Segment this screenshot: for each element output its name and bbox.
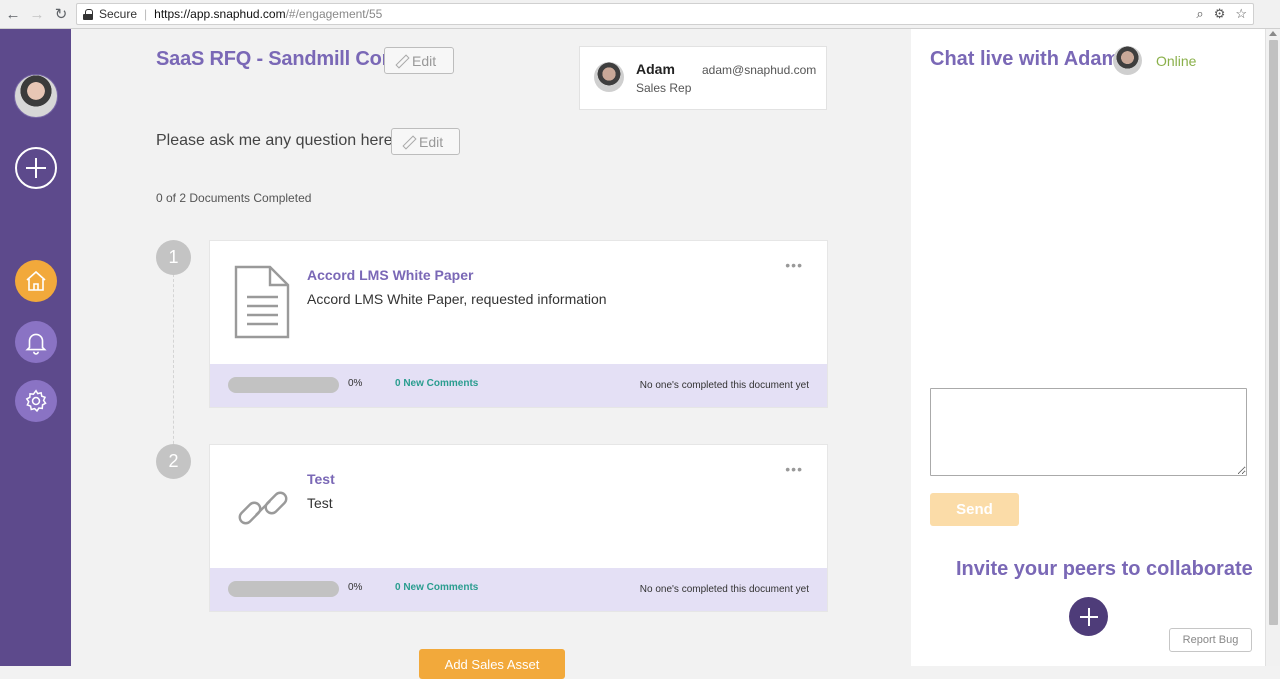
chat-title: Chat live with Adam (930, 48, 1120, 70)
chat-message-input[interactable] (930, 388, 1247, 476)
zoom-icon[interactable]: ⌕ (1196, 6, 1203, 22)
forward-arrow-icon[interactable]: → (26, 3, 48, 25)
edit-question-label: Edit (419, 133, 444, 150)
sales-rep-card: Adam Sales Rep adam@snaphud.com (579, 46, 827, 110)
url-host: https://app.snaphud.com (154, 7, 286, 21)
more-options-icon[interactable]: ••• (785, 461, 803, 477)
chat-rep-avatar (1113, 46, 1142, 75)
browser-toolbar: ← → ↻ Secure | https://app.snaphud.com/#… (0, 0, 1280, 29)
key-icon[interactable]: ⚙ (1214, 6, 1226, 22)
scroll-up-arrow-icon[interactable] (1269, 31, 1277, 36)
engagement-question: Please ask me any question here. (156, 132, 398, 149)
scroll-thumb[interactable] (1269, 40, 1278, 625)
chat-panel: Chat live with Adam Online Send Invite y… (911, 29, 1265, 666)
user-avatar[interactable] (14, 74, 58, 118)
document-title[interactable]: Accord LMS White Paper (307, 267, 473, 283)
reload-icon[interactable]: ↻ (50, 3, 72, 25)
progress-percent: 0% (348, 582, 363, 593)
documents-completed-count: 0 of 2 Documents Completed (156, 191, 312, 205)
bookmark-star-icon[interactable]: ☆ (1235, 6, 1247, 22)
rep-avatar (594, 62, 624, 92)
send-button[interactable]: Send (930, 493, 1019, 526)
step-number: 2 (156, 444, 191, 479)
progress-bar (228, 377, 339, 393)
report-bug-button[interactable]: Report Bug (1169, 628, 1252, 652)
home-icon (26, 270, 46, 291)
timeline-connector (173, 274, 174, 454)
left-rail (0, 29, 71, 666)
completion-status: No one's completed this document yet (639, 584, 809, 595)
rep-role: Sales Rep (636, 81, 692, 95)
home-button[interactable] (15, 260, 57, 302)
address-separator: | (144, 7, 148, 21)
progress-bar (228, 581, 339, 597)
bell-icon (25, 333, 47, 355)
more-options-icon[interactable]: ••• (785, 257, 803, 273)
document-card[interactable]: Accord LMS White Paper Accord LMS White … (209, 240, 828, 408)
online-status: Online (1156, 53, 1197, 69)
new-comments-link[interactable]: 0 New Comments (395, 378, 478, 389)
progress-percent: 0% (348, 378, 363, 389)
url-path: /#/engagement/55 (285, 7, 383, 21)
add-engagement-button[interactable] (15, 147, 57, 189)
edit-title-label: Edit (412, 52, 437, 69)
edit-title-button[interactable]: Edit (384, 47, 454, 74)
address-bar-icons: ⌕ ⚙ ☆ (1196, 6, 1247, 22)
add-sales-asset-button[interactable]: Add Sales Asset (419, 649, 565, 679)
edit-question-button[interactable]: Edit (391, 128, 460, 155)
document-description: Test (307, 495, 333, 511)
gear-icon (25, 389, 47, 413)
main-content: SaaS RFQ - Sandmill Corp Edit Adam Sales… (71, 29, 911, 679)
back-arrow-icon[interactable]: ← (2, 3, 24, 25)
document-footer: 0% 0 New Comments No one's completed thi… (210, 568, 827, 611)
pencil-icon (402, 136, 414, 148)
document-icon (234, 265, 290, 339)
notifications-button[interactable] (15, 321, 57, 363)
link-icon (238, 491, 288, 525)
completion-status: No one's completed this document yet (639, 380, 809, 391)
address-bar[interactable]: Secure | https://app.snaphud.com/#/engag… (76, 3, 1254, 25)
engagement-title: SaaS RFQ - Sandmill Corp (156, 48, 402, 70)
document-card[interactable]: Test Test ••• 0% 0 New Comments No one's… (209, 444, 828, 612)
document-footer: 0% 0 New Comments No one's completed thi… (210, 364, 827, 407)
secure-label: Secure (99, 7, 138, 21)
pencil-icon (395, 55, 407, 67)
settings-button[interactable] (15, 380, 57, 422)
invite-peers-button[interactable] (1069, 597, 1108, 636)
step-number: 1 (156, 240, 191, 275)
new-comments-link[interactable]: 0 New Comments (395, 582, 478, 593)
document-title[interactable]: Test (307, 471, 335, 487)
rep-name: Adam (636, 61, 675, 77)
document-description: Accord LMS White Paper, requested inform… (307, 291, 607, 307)
invite-peers-heading: Invite your peers to collaborate (956, 558, 1253, 580)
rep-email: adam@snaphud.com (702, 63, 817, 77)
page-scrollbar[interactable] (1265, 29, 1280, 666)
lock-icon (83, 8, 93, 20)
